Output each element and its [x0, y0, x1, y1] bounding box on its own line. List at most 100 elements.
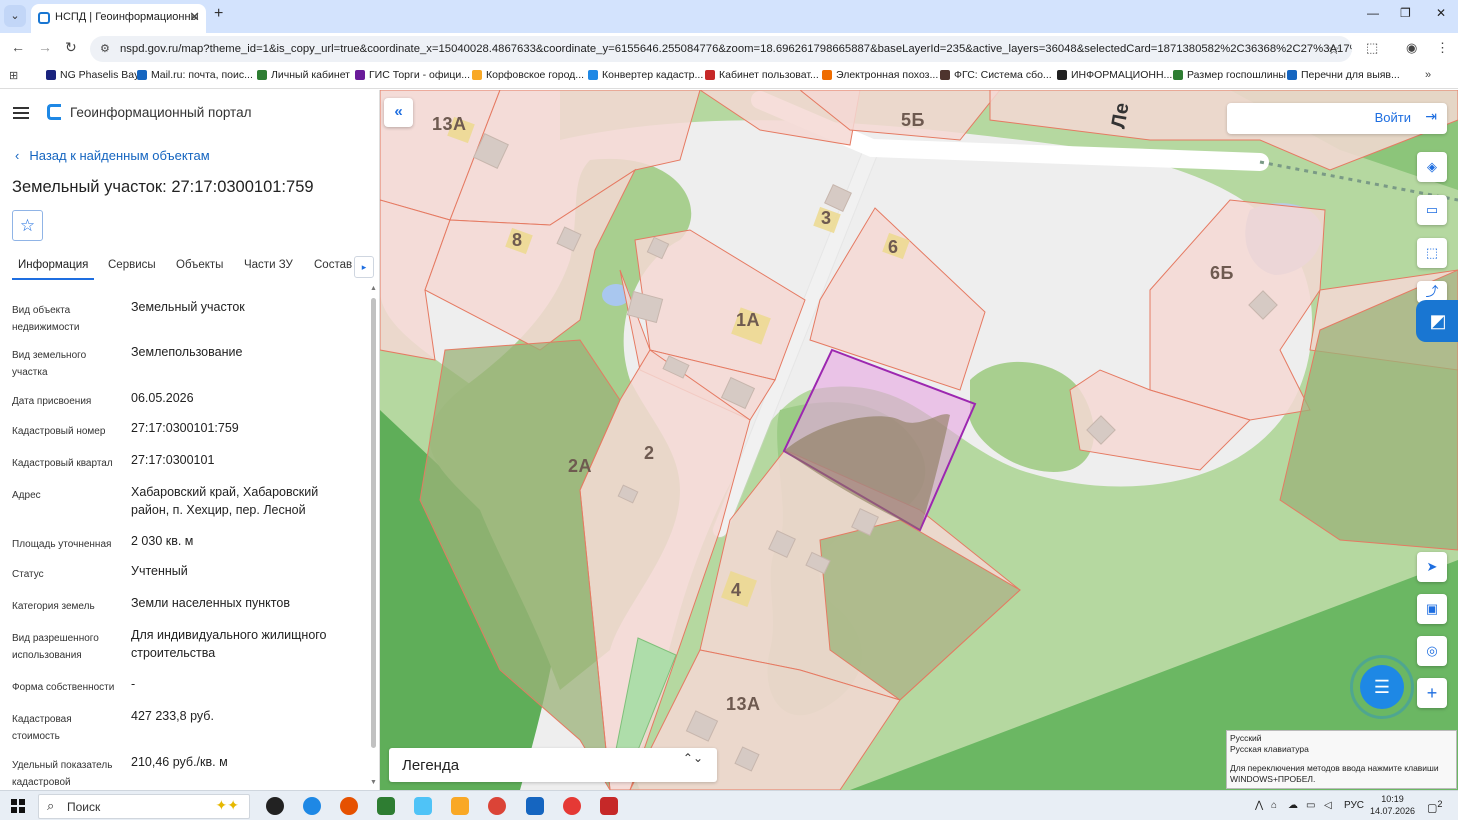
excel-app-icon[interactable] [377, 797, 395, 815]
info-label: Адрес [12, 490, 41, 501]
yandex-app-icon[interactable] [563, 797, 581, 815]
volume-icon[interactable]: ◁ [1324, 800, 1332, 811]
copilot-app-icon[interactable] [266, 797, 284, 815]
tab-close-icon[interactable]: ✕ [189, 4, 200, 30]
map-label: 6Б [1210, 263, 1234, 283]
bookmark-favicon-icon [137, 70, 147, 80]
info-value: Земли населенных пунктов [131, 596, 290, 610]
bookmark-star-icon[interactable]: ☆ [1327, 36, 1340, 62]
bookmark-item[interactable]: Корфовское город... [472, 69, 584, 81]
bookmark-favicon-icon [705, 70, 715, 80]
tray-overflow-icon[interactable]: ⋀ [1255, 800, 1263, 811]
browser-tab-active[interactable]: НСПД | Геоинформационны ✕ [31, 4, 206, 33]
bookmark-item[interactable]: Личный кабинет [257, 69, 350, 81]
site-info-icon[interactable]: ⚙ [100, 36, 110, 62]
bookmark-item[interactable]: Mail.ru: почта, поис... [137, 69, 253, 81]
assistant-button[interactable]: ◩ [1416, 300, 1458, 342]
map-canvas[interactable]: 13А 5Б 8 3 6 6Б 1А 2А 2 4 13А Ле « Войти… [380, 90, 1458, 790]
back-to-results-link[interactable]: ‹ Назад к найденным объектам [15, 148, 210, 163]
info-label: Дата присвоения [12, 396, 92, 407]
bookmark-favicon-icon [355, 70, 365, 80]
restore-button[interactable]: ❐ [1400, 6, 1411, 20]
browser-menu-icon[interactable]: ⋮ [1436, 40, 1449, 56]
bookmark-item[interactable]: ИНФОРМАЦИОНН... [1057, 69, 1172, 81]
ruler-button[interactable]: ▭ [1417, 195, 1447, 225]
network-icon[interactable]: ⌂ [1271, 800, 1277, 811]
new-tab-button[interactable]: + [214, 5, 223, 23]
chat-button[interactable]: ☰ [1360, 665, 1404, 709]
bookmark-favicon-icon [257, 70, 267, 80]
tab-parts[interactable]: Части ЗУ [244, 259, 293, 271]
tabs-next-arrow-icon[interactable]: ▸ [354, 256, 374, 278]
map-drawing [380, 90, 1458, 790]
select-area-button[interactable]: ⬚ [1417, 238, 1447, 268]
map-label: 1А [736, 310, 761, 330]
picture-in-picture-icon: ▣ [1425, 601, 1439, 616]
scroll-up-arrow-icon[interactable]: ▲ [370, 285, 377, 292]
bookmark-item[interactable]: Электронная похоз... [822, 69, 938, 81]
language-indicator[interactable]: РУС [1344, 800, 1364, 811]
zoom-in-button[interactable]: + [1417, 678, 1447, 708]
notification-icon[interactable]: ▢2 [1427, 799, 1443, 815]
info-label: Кадастровый номер [12, 426, 106, 437]
bookmark-item[interactable]: Кабинет пользоват... [705, 69, 819, 81]
favorite-star-button[interactable]: ☆ [12, 210, 43, 241]
tab-composition[interactable]: Состав [314, 259, 352, 271]
bookmark-item[interactable]: ГИС Торги - офици... [355, 69, 470, 81]
clock[interactable]: 10:19 14.07.2026 [1370, 793, 1415, 817]
back-arrow-icon[interactable]: ← [11, 39, 25, 55]
locate-button[interactable]: ➤ [1417, 552, 1447, 582]
picture-in-picture-button[interactable]: ▣ [1417, 594, 1447, 624]
apps-grid-icon[interactable]: ⊞ [9, 69, 18, 82]
start-windows-icon[interactable] [11, 799, 25, 813]
locate-icon: ➤ [1426, 559, 1438, 574]
profile-icon[interactable]: ◉ [1406, 40, 1417, 56]
address-bar[interactable]: ⚙ nspd.gov.ru/map?theme_id=1&is_copy_url… [90, 36, 1352, 62]
file-explorer-app-icon[interactable] [451, 797, 469, 815]
legend-dropdown[interactable]: Легенда ⌃⌄ [389, 748, 717, 782]
scroll-down-arrow-icon[interactable]: ▼ [370, 779, 377, 786]
taskbar-search[interactable]: ⌕ Поиск ✦✦ [38, 794, 250, 819]
login-button[interactable]: Войти ⇥ [1227, 103, 1447, 134]
panel-scroll-thumb[interactable] [371, 298, 376, 748]
layers-button[interactable]: ◈ [1417, 152, 1447, 182]
bookmark-item[interactable]: ФГС: Система сбо... [940, 69, 1052, 81]
minimize-button[interactable]: — [1367, 6, 1379, 20]
bookmark-favicon-icon [46, 70, 56, 80]
windows-taskbar: ⌕ Поиск ✦✦ ⋀ ⌂ ☁ ▭ ◁ РУС 10:19 14.07.202… [0, 790, 1458, 820]
share-icon: ⤴ [1425, 284, 1439, 299]
firefox-app-icon[interactable] [340, 797, 358, 815]
tab-search-button[interactable]: ⌄ [4, 5, 26, 27]
bookmark-item[interactable]: Конвертер кадастр... [588, 69, 703, 81]
window-close-button[interactable]: ✕ [1436, 6, 1446, 20]
hamburger-menu-icon[interactable] [13, 107, 29, 119]
word-app-icon[interactable] [526, 797, 544, 815]
info-label: Форма собственности [12, 682, 115, 693]
tab-information[interactable]: Информация [12, 259, 95, 280]
bookmark-item[interactable]: Размер госпошлины [1173, 69, 1286, 81]
tab-services[interactable]: Сервисы [108, 259, 156, 271]
store-app-icon[interactable] [414, 797, 432, 815]
info-label: Вид объекта недвижимости [12, 305, 80, 333]
bookmark-item[interactable]: NG Phaselis Bay [46, 69, 139, 81]
search-location-button[interactable]: ◎ [1417, 636, 1447, 666]
extensions-icon[interactable]: ⬚ [1366, 40, 1378, 56]
info-value: - [131, 677, 136, 691]
portal-logo-icon [47, 104, 61, 120]
chrome-app-icon[interactable] [488, 797, 506, 815]
onedrive-icon[interactable]: ☁ [1288, 800, 1298, 811]
edge-app-icon[interactable] [303, 797, 321, 815]
search-location-icon: ◎ [1426, 643, 1438, 658]
pdf-app-icon[interactable] [600, 797, 618, 815]
chevron-left-icon: ‹ [15, 148, 20, 163]
forward-arrow-icon[interactable]: → [38, 39, 52, 55]
map-label: 13А [432, 114, 467, 134]
bookmark-item[interactable]: Перечни для выяв... [1287, 69, 1400, 81]
tooltip-line: Для переключения методов ввода нажмите к… [1230, 763, 1439, 784]
display-icon[interactable]: ▭ [1306, 800, 1315, 811]
tab-objects[interactable]: Объекты [176, 259, 223, 271]
more-bookmarks-icon[interactable]: » [1425, 69, 1431, 81]
reload-icon[interactable]: ↻ [65, 39, 77, 56]
collapse-panel-button[interactable]: « [384, 98, 413, 127]
map-label: 13А [726, 694, 761, 714]
